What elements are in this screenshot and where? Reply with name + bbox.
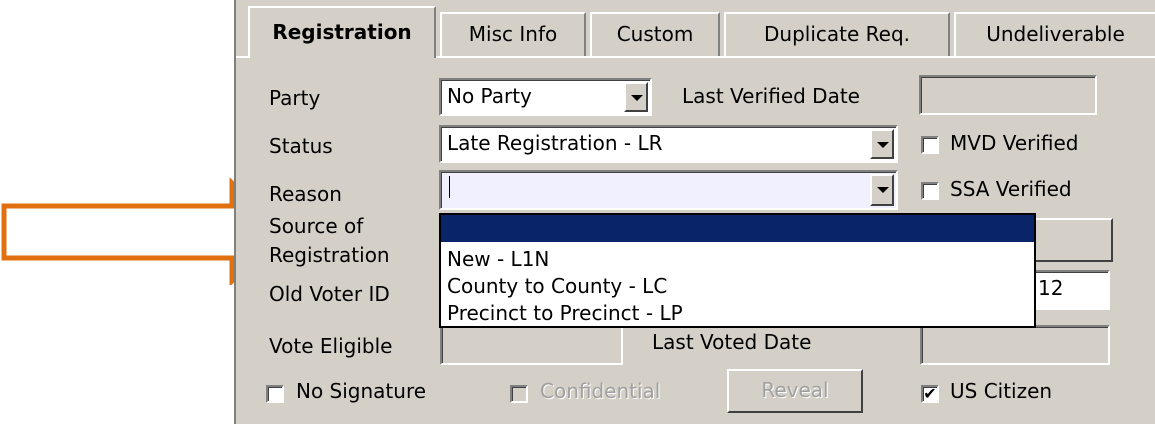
source-of-registration-label-line2: Registration	[269, 243, 390, 267]
status-select[interactable]: Late Registration - LR	[439, 125, 898, 163]
confidential-checkbox	[510, 385, 528, 403]
no-signature-checkbox[interactable]	[266, 385, 284, 403]
reason-select[interactable]	[439, 170, 898, 210]
tab-duplicate-req[interactable]: Duplicate Req.	[724, 12, 950, 56]
partially-hidden-field-value: 12	[1038, 276, 1064, 300]
dropdown-option-new[interactable]: New - L1N	[447, 247, 549, 271]
reason-dropdown-button[interactable]	[870, 174, 894, 206]
party-select[interactable]: No Party	[439, 78, 652, 116]
reason-label: Reason	[269, 182, 342, 206]
mvd-verified-checkbox[interactable]	[921, 136, 939, 154]
reveal-button[interactable]: Reveal	[727, 369, 863, 413]
us-citizen-label: US Citizen	[950, 379, 1053, 403]
status-label: Status	[269, 134, 333, 158]
old-voter-id-label: Old Voter ID	[269, 282, 390, 306]
status-select-value: Late Registration - LR	[447, 131, 663, 155]
vote-eligible-field[interactable]	[440, 325, 623, 365]
tab-misc-info[interactable]: Misc Info	[440, 12, 586, 56]
us-citizen-checkbox[interactable]: ✔	[921, 385, 939, 403]
chevron-down-icon	[631, 95, 643, 101]
dropdown-option-precinct-to-precinct[interactable]: Precinct to Precinct - LP	[447, 301, 683, 325]
check-mark-icon: ✔	[923, 384, 937, 403]
last-verified-date-label: Last Verified Date	[682, 84, 860, 108]
last-voted-date-field[interactable]	[920, 325, 1110, 365]
ssa-verified-checkbox[interactable]	[921, 182, 939, 200]
last-voted-date-label: Last Voted Date	[652, 330, 812, 354]
confidential-label: Confidential	[540, 379, 661, 403]
tab-undeliverable[interactable]: Undeliverable	[954, 12, 1155, 56]
reveal-button-label: Reveal	[761, 378, 829, 402]
vote-eligible-label: Vote Eligible	[269, 334, 393, 358]
chevron-down-icon	[877, 142, 889, 148]
tab-custom[interactable]: Custom	[590, 12, 720, 56]
source-of-registration-label-line1: Source of	[269, 214, 364, 238]
dropdown-option-county-to-county[interactable]: County to County - LC	[447, 274, 667, 298]
dropdown-option-selected[interactable]	[441, 215, 1034, 242]
party-dropdown-button[interactable]	[624, 82, 648, 112]
party-select-value: No Party	[447, 84, 532, 108]
no-signature-label: No Signature	[296, 379, 427, 403]
tab-registration[interactable]: Registration	[248, 6, 436, 58]
ssa-verified-label: SSA Verified	[950, 177, 1072, 201]
last-verified-date-field[interactable]	[919, 75, 1097, 115]
party-label: Party	[269, 86, 321, 110]
text-caret	[449, 176, 450, 198]
chevron-down-icon	[877, 187, 889, 193]
status-dropdown-button[interactable]	[870, 129, 894, 159]
reason-dropdown-list: New - L1N County to County - LC Precinct…	[439, 213, 1036, 328]
mvd-verified-label: MVD Verified	[950, 131, 1079, 155]
